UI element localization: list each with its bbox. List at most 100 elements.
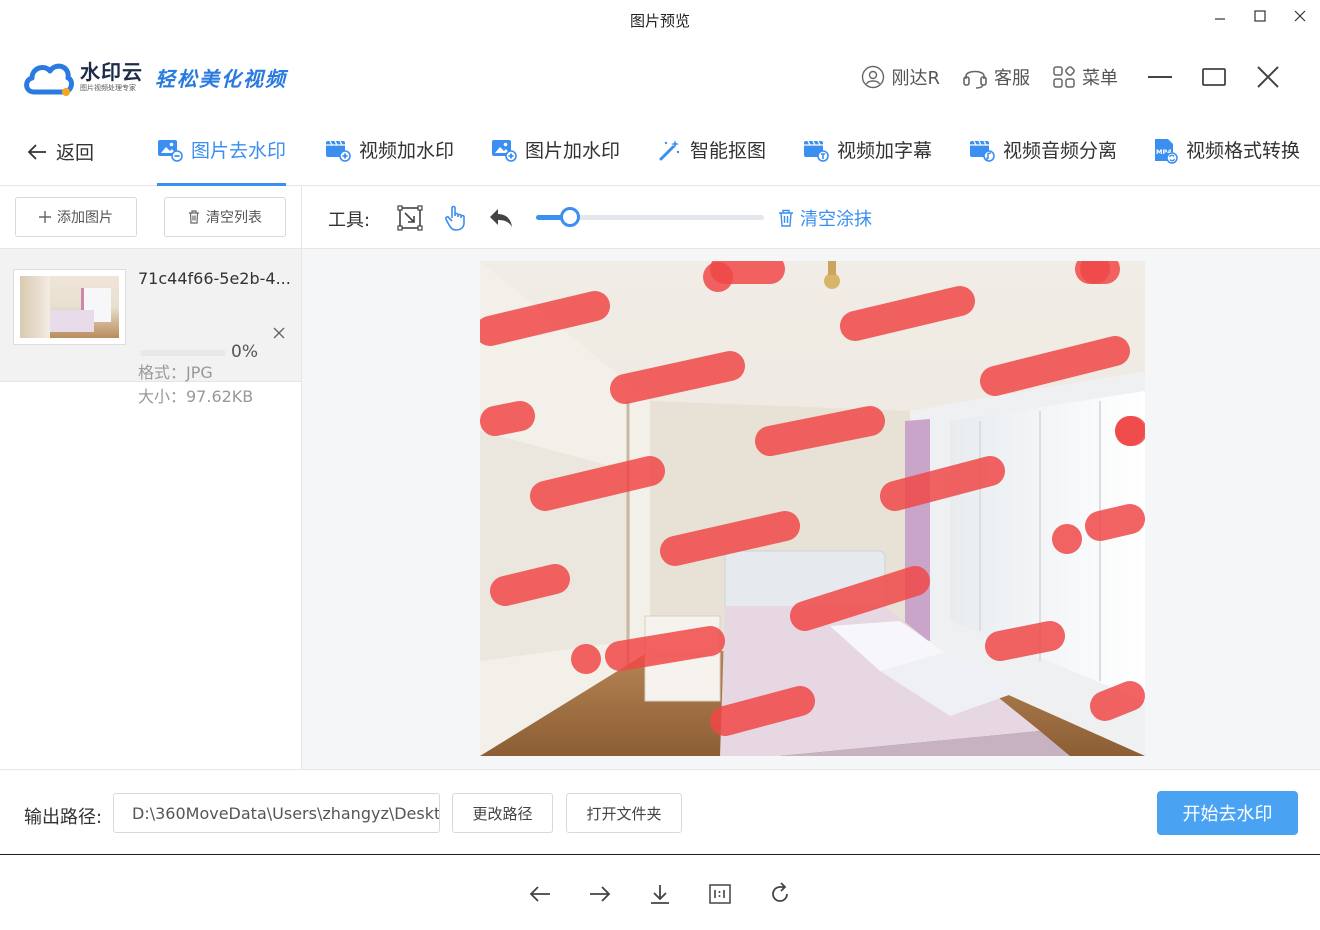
image-canvas[interactable] xyxy=(480,261,1145,756)
back-button[interactable]: 返回 xyxy=(26,138,94,165)
smear-stroke xyxy=(480,401,535,436)
plus-icon xyxy=(39,211,51,223)
user-name: 刚达R xyxy=(891,68,940,89)
menu-label: 菜单 xyxy=(1082,68,1118,89)
tab-video-audio-split[interactable]: 视频音频分离 xyxy=(969,136,1117,186)
mp4-icon: MP4 xyxy=(1155,139,1178,164)
feature-tabbar: 返回 图片去水印 视频加水印 图片加水印 智能抠图 视频加字幕 视频音频分离 M… xyxy=(0,116,1320,186)
file-list-toolbar: 添加图片 清空列表 xyxy=(0,186,301,249)
smear-stroke xyxy=(530,456,665,511)
file-format: 格式：JPG xyxy=(138,363,213,382)
tab-video-subtitle[interactable]: 视频加字幕 xyxy=(803,136,932,186)
output-bar: 输出路径: D:\360MoveData\Users\zhangyz\Deskt… xyxy=(0,769,1320,855)
tools-label: 工具: xyxy=(328,210,371,231)
select-region-tool[interactable] xyxy=(395,203,425,233)
tab-image-add-watermark[interactable]: 图片加水印 xyxy=(491,136,620,186)
smear-overlay xyxy=(480,261,1145,736)
tab-label: 视频加水印 xyxy=(359,140,455,162)
add-image-button[interactable]: 添加图片 xyxy=(15,197,137,237)
start-remove-watermark-button[interactable]: 开始去水印 xyxy=(1157,791,1298,835)
menu-button[interactable]: 菜单 xyxy=(1052,64,1118,90)
rotate-button[interactable] xyxy=(765,879,795,909)
next-image-button[interactable] xyxy=(585,879,615,909)
open-folder-button[interactable]: 打开文件夹 xyxy=(566,793,682,833)
arrow-left-icon xyxy=(27,143,46,160)
region-select-icon xyxy=(397,205,423,231)
smear-stroke xyxy=(985,621,1065,661)
app-minimize-button[interactable] xyxy=(1148,65,1172,89)
brush-tool[interactable] xyxy=(441,203,471,233)
smear-stroke xyxy=(840,286,975,341)
app-close-button[interactable] xyxy=(1256,65,1280,89)
editor-toolbar: 工具: 清空涂抹 xyxy=(302,186,1320,249)
service-label: 客服 xyxy=(994,68,1030,89)
undo-tool[interactable] xyxy=(486,203,516,233)
output-path-field[interactable]: D:\360MoveData\Users\zhangyz\Desktop xyxy=(113,793,440,833)
previous-image-button[interactable] xyxy=(525,879,555,909)
smear-stroke xyxy=(1090,681,1145,721)
tab-label: 视频音频分离 xyxy=(1003,140,1118,162)
smear-stroke xyxy=(980,336,1130,396)
actual-size-icon xyxy=(709,884,731,904)
actual-size-button[interactable] xyxy=(705,879,735,909)
smear-stroke xyxy=(605,626,725,671)
clear-smear-button[interactable]: 清空涂抹 xyxy=(778,205,872,231)
smear-stroke xyxy=(790,566,930,631)
tab-label: 智能抠图 xyxy=(690,140,767,162)
file-size: 大小：97.62KB xyxy=(138,387,254,406)
clear-smear-label: 清空涂抹 xyxy=(800,209,872,230)
trash-icon xyxy=(189,210,199,224)
smear-dot xyxy=(703,262,733,292)
smear-stroke xyxy=(755,406,885,456)
customer-service-button[interactable]: 客服 xyxy=(962,64,1030,90)
arrow-right-icon xyxy=(590,886,611,902)
magic-wand-icon xyxy=(659,140,680,161)
change-path-button[interactable]: 更改路径 xyxy=(452,793,553,833)
cloud-logo-icon xyxy=(24,63,74,96)
file-list-item[interactable]: 71c44f66-5e2b-4... 格式：JPG 大小：97.62KB xyxy=(0,249,301,406)
maximize-window-button[interactable] xyxy=(1245,4,1275,28)
app-header: 水印云 图片视频处理专家 轻松美化视频 刚达R 客服 菜单 xyxy=(0,40,1320,116)
header-actions: 刚达R 客服 菜单 xyxy=(839,64,1280,90)
video-audio-icon xyxy=(970,140,995,162)
add-image-label: 添加图片 xyxy=(57,210,113,226)
tab-label: 图片加水印 xyxy=(525,140,621,162)
headset-icon xyxy=(963,70,987,89)
smear-stroke xyxy=(1085,504,1145,541)
undo-icon xyxy=(490,209,512,227)
file-list-panel: 添加图片 清空列表 71c44f66-5e2b-4... 格式：JPG 大小：9… xyxy=(0,186,302,769)
minimize-icon xyxy=(1148,76,1172,78)
tab-smart-cutout[interactable]: 智能抠图 xyxy=(658,136,766,186)
user-account-button[interactable]: 刚达R xyxy=(861,64,940,90)
brand-slogan: 轻松美化视频 xyxy=(155,66,287,91)
user-icon xyxy=(862,65,885,89)
file-progress-bar xyxy=(140,350,226,356)
video-subtitle-icon xyxy=(804,140,829,162)
smear-dot xyxy=(1115,416,1145,446)
slider-handle[interactable] xyxy=(560,207,581,227)
tab-video-add-watermark[interactable]: 视频加水印 xyxy=(325,136,454,186)
tab-video-format-convert[interactable]: MP4 视频格式转换 xyxy=(1152,136,1300,186)
close-window-button[interactable] xyxy=(1285,4,1315,28)
tab-image-remove-watermark[interactable]: 图片去水印 xyxy=(157,136,286,186)
smear-stroke xyxy=(480,291,610,346)
viewer-toolbar xyxy=(0,855,1320,930)
window-title: 图片预览 xyxy=(629,12,690,30)
maximize-icon xyxy=(1254,10,1266,22)
grid-menu-icon xyxy=(1053,66,1075,88)
clear-list-label: 清空列表 xyxy=(206,210,262,226)
app-maximize-button[interactable] xyxy=(1202,65,1226,89)
download-button[interactable] xyxy=(645,879,675,909)
arrow-left-icon xyxy=(529,886,550,902)
remove-file-button[interactable] xyxy=(272,325,286,344)
smear-stroke xyxy=(880,456,1005,511)
smear-dot xyxy=(1052,524,1082,554)
file-progress-text: 0% xyxy=(231,342,258,362)
clear-list-button[interactable]: 清空列表 xyxy=(164,197,286,237)
app-logo: 水印云 图片视频处理专家 轻松美化视频 xyxy=(22,56,287,98)
window-titlebar: 图片预览 xyxy=(0,0,1320,40)
minimize-window-button[interactable] xyxy=(1205,4,1235,28)
smear-stroke xyxy=(710,686,815,736)
minimize-icon xyxy=(1215,18,1225,20)
brush-size-slider[interactable] xyxy=(536,207,764,227)
